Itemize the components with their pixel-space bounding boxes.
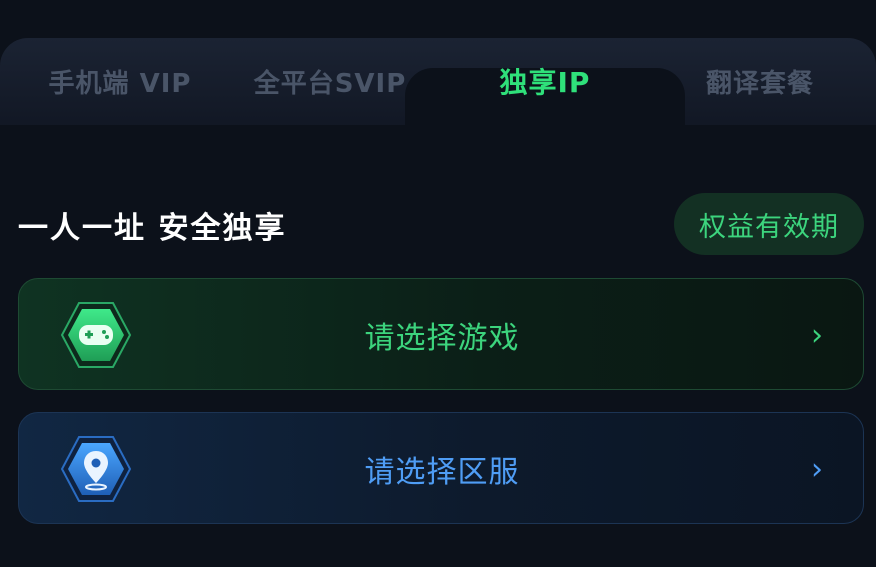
- validity-period-button[interactable]: 权益有效期: [674, 193, 864, 255]
- select-game-label: 请选择游戏: [364, 321, 520, 356]
- select-region-label: 请选择区服: [364, 455, 520, 490]
- tab-exclusive-ip[interactable]: 独享IP: [440, 38, 650, 124]
- select-game-card[interactable]: 请选择游戏 ›: [18, 278, 864, 390]
- chevron-right-icon: ›: [811, 317, 823, 353]
- page: 手机端 VIP 全平台SVIP 独享IP 翻译套餐 一人一址 安全独享 权益有效…: [0, 0, 876, 567]
- chevron-right-icon: ›: [811, 451, 823, 487]
- tab-mobile-vip[interactable]: 手机端 VIP: [20, 38, 220, 124]
- select-region-card[interactable]: 请选择区服 ›: [18, 412, 864, 524]
- section-title: 一人一址 安全独享: [18, 211, 287, 246]
- tab-all-platform-svip[interactable]: 全平台SVIP: [225, 38, 435, 124]
- content-area: 一人一址 安全独享 权益有效期 请选择游戏 › 请选择区服 ›: [0, 125, 876, 567]
- tab-translation-package[interactable]: 翻译套餐: [660, 38, 860, 124]
